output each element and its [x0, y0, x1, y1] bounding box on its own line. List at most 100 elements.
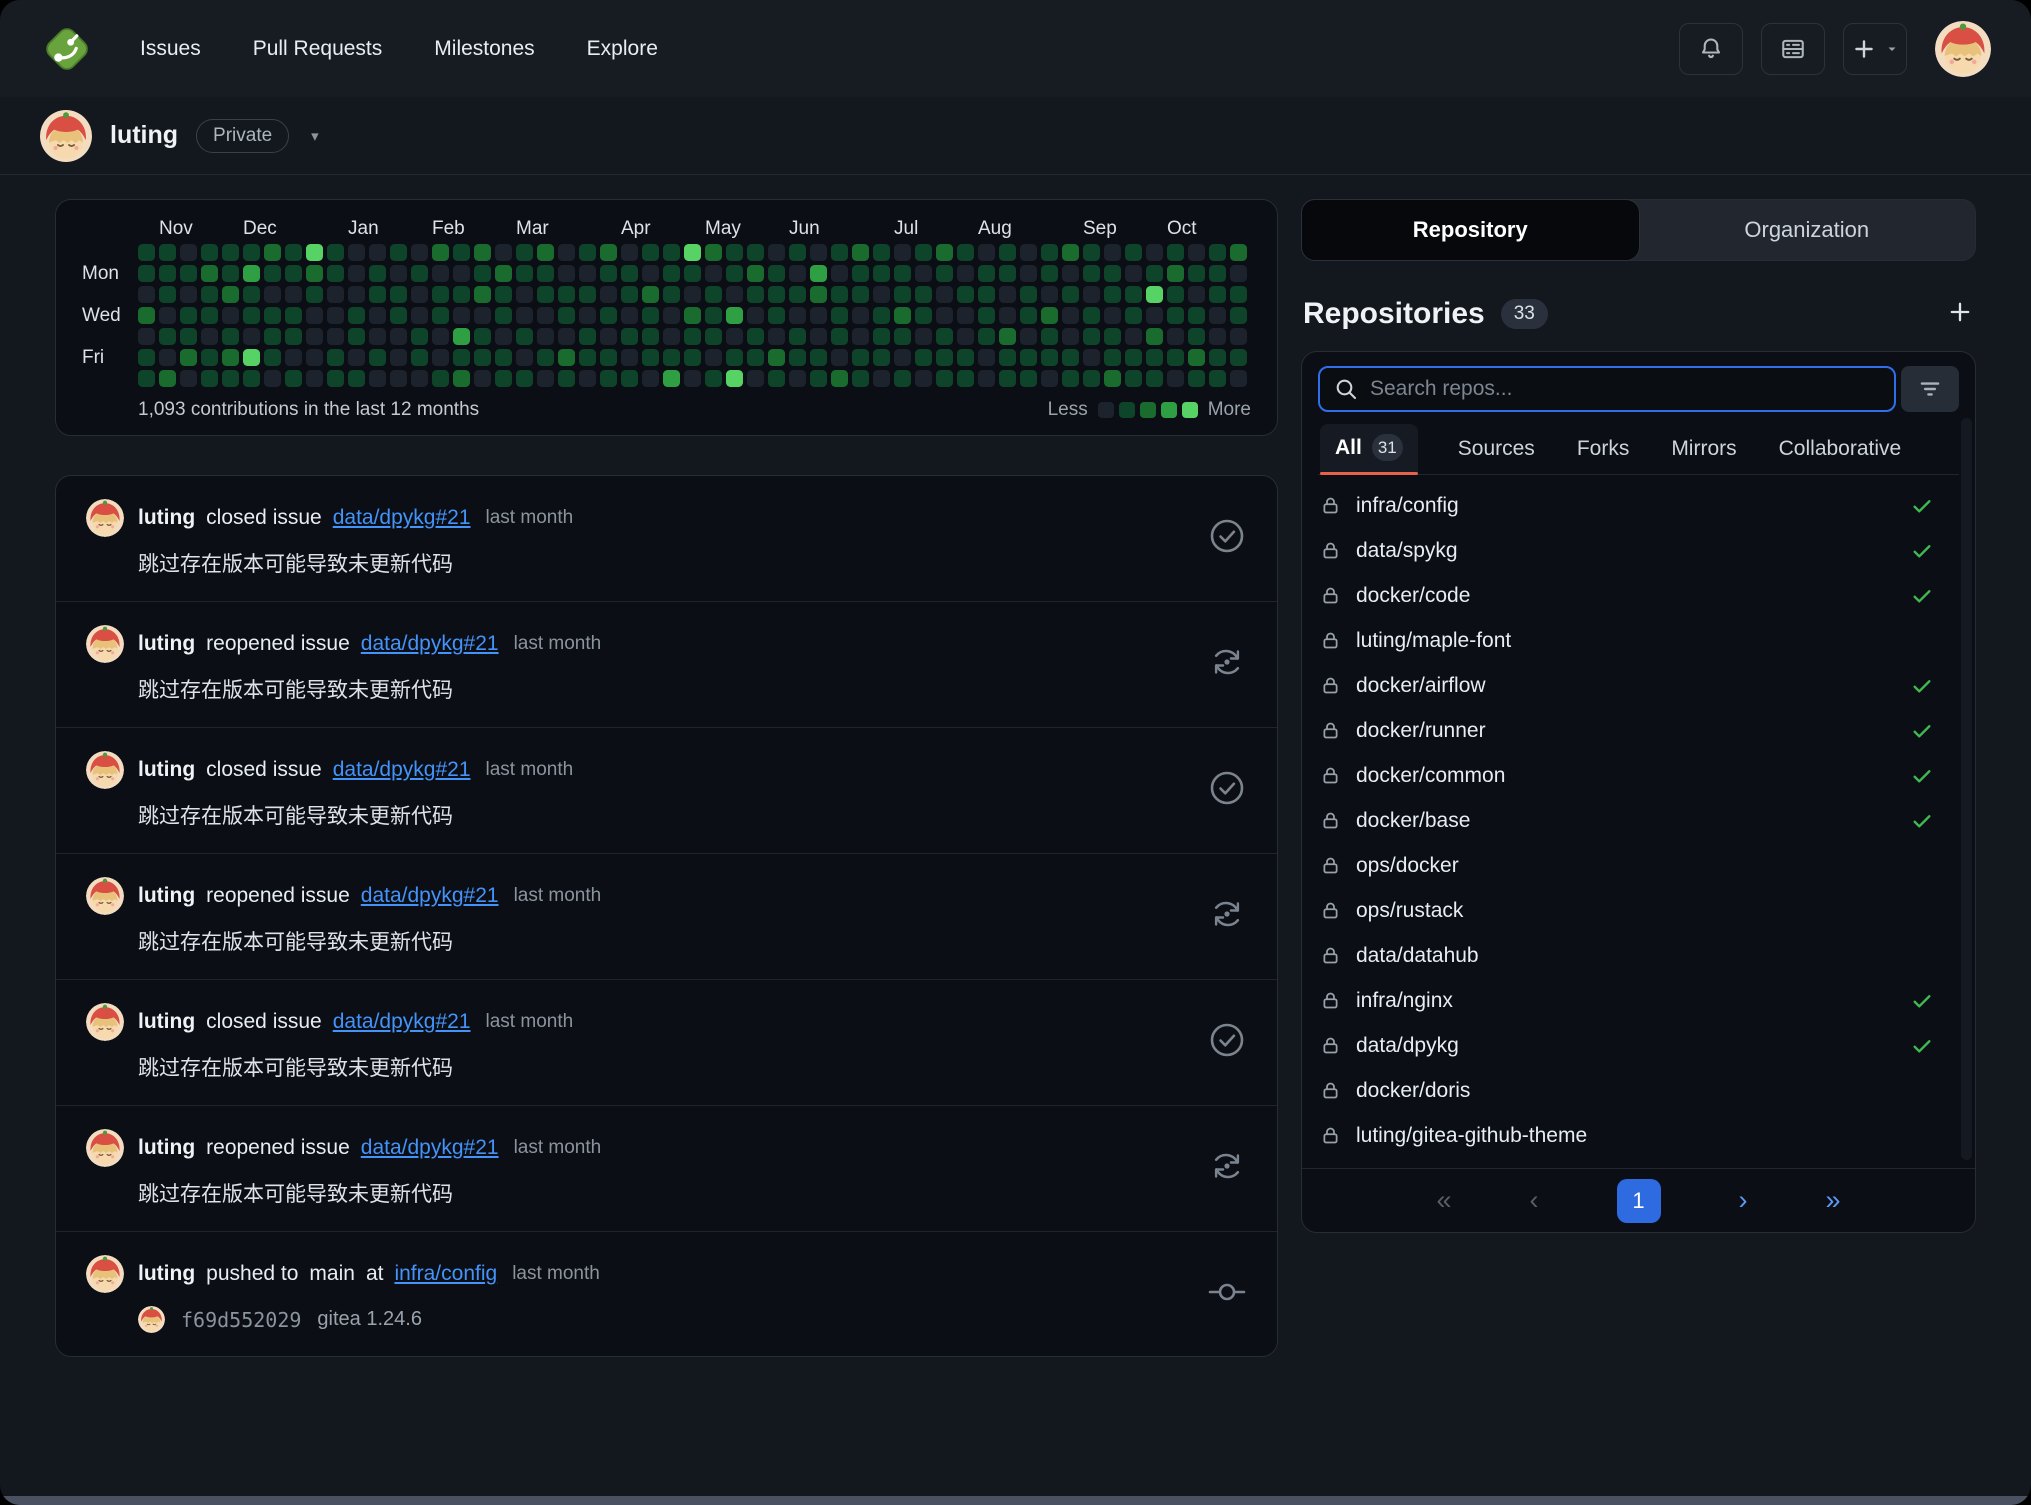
heatmap-cell[interactable]	[369, 307, 386, 324]
heatmap-cell[interactable]	[558, 328, 575, 345]
heatmap-cell[interactable]	[264, 307, 281, 324]
heatmap-cell[interactable]	[1104, 328, 1121, 345]
heatmap-cell[interactable]	[999, 328, 1016, 345]
heatmap-cell[interactable]	[621, 265, 638, 282]
admin-panel-button[interactable]	[1761, 23, 1825, 75]
heatmap-cell[interactable]	[1104, 307, 1121, 324]
profile-avatar[interactable]	[40, 110, 92, 162]
heatmap-cell[interactable]	[831, 265, 848, 282]
heatmap-cell[interactable]	[327, 328, 344, 345]
repo-filter-tab[interactable]: Mirrors	[1669, 427, 1738, 474]
heatmap-cell[interactable]	[600, 349, 617, 366]
heatmap-cell[interactable]	[453, 307, 470, 324]
heatmap-cell[interactable]	[978, 265, 995, 282]
heatmap-cell[interactable]	[1230, 328, 1247, 345]
heatmap-cell[interactable]	[201, 265, 218, 282]
heatmap-cell[interactable]	[474, 307, 491, 324]
repo-filter-tab[interactable]: All 31	[1320, 424, 1418, 474]
heatmap-cell[interactable]	[432, 349, 449, 366]
heatmap-cell[interactable]	[180, 286, 197, 303]
pagination-first-button[interactable]: «	[1436, 1185, 1451, 1216]
heatmap-cell[interactable]	[327, 286, 344, 303]
heatmap-cell[interactable]	[264, 244, 281, 261]
heatmap-cell[interactable]	[873, 328, 890, 345]
heatmap-cell[interactable]	[768, 328, 785, 345]
heatmap-cell[interactable]	[159, 349, 176, 366]
heatmap-cell[interactable]	[1230, 370, 1247, 387]
heatmap-cell[interactable]	[1125, 286, 1142, 303]
heatmap-cell[interactable]	[537, 307, 554, 324]
heatmap-cell[interactable]	[1146, 265, 1163, 282]
heatmap-cell[interactable]	[1041, 286, 1058, 303]
heatmap-cell[interactable]	[1209, 286, 1226, 303]
heatmap-cell[interactable]	[243, 349, 260, 366]
heatmap-cell[interactable]	[1146, 286, 1163, 303]
heatmap-cell[interactable]	[642, 307, 659, 324]
heatmap-cell[interactable]	[285, 328, 302, 345]
heatmap-cell[interactable]	[789, 244, 806, 261]
heatmap-cell[interactable]	[264, 328, 281, 345]
heatmap-cell[interactable]	[285, 244, 302, 261]
heatmap-cell[interactable]	[348, 244, 365, 261]
heatmap-cell[interactable]	[411, 286, 428, 303]
heatmap-cell[interactable]	[327, 307, 344, 324]
heatmap-cell[interactable]	[600, 328, 617, 345]
heatmap-cell[interactable]	[621, 370, 638, 387]
heatmap-cell[interactable]	[1020, 349, 1037, 366]
heatmap-cell[interactable]	[957, 286, 974, 303]
activity-actor[interactable]: luting	[138, 1010, 195, 1034]
heatmap-cell[interactable]	[579, 265, 596, 282]
heatmap-cell[interactable]	[600, 307, 617, 324]
heatmap-cell[interactable]	[348, 286, 365, 303]
heatmap-cell[interactable]	[432, 328, 449, 345]
heatmap-cell[interactable]	[495, 244, 512, 261]
heatmap-cell[interactable]	[852, 349, 869, 366]
repo-filter-tab[interactable]: Collaborative	[1777, 427, 1904, 474]
heatmap-cell[interactable]	[264, 286, 281, 303]
heatmap-cell[interactable]	[831, 286, 848, 303]
repo-list-item[interactable]: docker/code	[1320, 573, 1957, 618]
heatmap-cell[interactable]	[1104, 286, 1121, 303]
heatmap-cell[interactable]	[705, 244, 722, 261]
heatmap-cell[interactable]	[789, 349, 806, 366]
heatmap-cell[interactable]	[1020, 286, 1037, 303]
heatmap-cell[interactable]	[243, 265, 260, 282]
heatmap-cell[interactable]	[369, 286, 386, 303]
heatmap-cell[interactable]	[348, 370, 365, 387]
repo-list-item[interactable]: docker/runner	[1320, 708, 1957, 753]
heatmap-cell[interactable]	[579, 370, 596, 387]
gitea-logo-icon[interactable]	[40, 22, 94, 76]
repo-filter-button[interactable]	[1901, 366, 1959, 412]
heatmap-cell[interactable]	[516, 328, 533, 345]
activity-actor[interactable]: luting	[138, 758, 195, 782]
heatmap-cell[interactable]	[1020, 265, 1037, 282]
heatmap-cell[interactable]	[222, 307, 239, 324]
heatmap-cell[interactable]	[1062, 244, 1079, 261]
heatmap-cell[interactable]	[1188, 328, 1205, 345]
heatmap-cell[interactable]	[1167, 307, 1184, 324]
activity-actor[interactable]: luting	[138, 884, 195, 908]
heatmap-cell[interactable]	[1230, 286, 1247, 303]
heatmap-cell[interactable]	[684, 370, 701, 387]
heatmap-cell[interactable]	[390, 349, 407, 366]
heatmap-cell[interactable]	[495, 370, 512, 387]
heatmap-cell[interactable]	[978, 328, 995, 345]
heatmap-cell[interactable]	[873, 265, 890, 282]
heatmap-cell[interactable]	[663, 244, 680, 261]
activity-actor[interactable]: luting	[138, 1136, 195, 1160]
heatmap-cell[interactable]	[579, 286, 596, 303]
repo-list-item[interactable]: docker/common	[1320, 753, 1957, 798]
heatmap-cell[interactable]	[957, 328, 974, 345]
heatmap-cell[interactable]	[1167, 244, 1184, 261]
commit-sha-link[interactable]: f69d552029	[181, 1308, 301, 1332]
heatmap-cell[interactable]	[453, 265, 470, 282]
heatmap-cell[interactable]	[1230, 265, 1247, 282]
heatmap-cell[interactable]	[684, 265, 701, 282]
heatmap-cell[interactable]	[1209, 244, 1226, 261]
heatmap-cell[interactable]	[831, 328, 848, 345]
heatmap-cell[interactable]	[915, 286, 932, 303]
navbar-link[interactable]: Pull Requests	[253, 37, 383, 61]
heatmap-cell[interactable]	[474, 265, 491, 282]
heatmap-cell[interactable]	[663, 349, 680, 366]
heatmap-cell[interactable]	[852, 370, 869, 387]
